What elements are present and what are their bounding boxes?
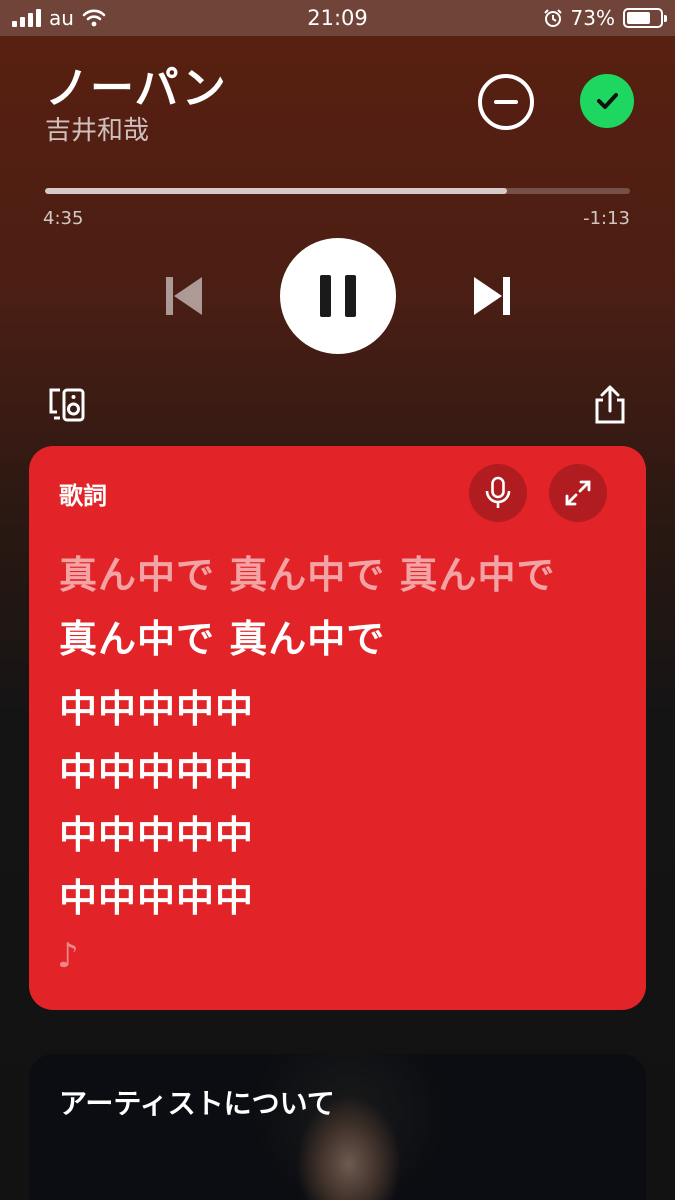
music-note-icon: ♪ (57, 936, 79, 976)
microphone-icon (485, 476, 511, 508)
remove-button[interactable] (478, 74, 534, 130)
status-right: 73% (543, 6, 667, 30)
signal-strength-icon (12, 9, 41, 27)
wifi-icon (82, 9, 106, 27)
artist-card[interactable]: アーティストについて (29, 1054, 646, 1200)
share-icon (595, 385, 625, 424)
check-circle-icon (597, 93, 618, 109)
lyric-line-current[interactable]: 真ん中で 真ん中で (59, 608, 385, 663)
alarm-icon (543, 9, 562, 27)
previous-button[interactable] (160, 272, 208, 320)
time-remaining: -1:13 (583, 208, 630, 229)
share-button[interactable] (590, 384, 630, 426)
status-left: au (12, 6, 106, 30)
progress-bar[interactable] (45, 188, 630, 194)
next-button[interactable] (468, 272, 516, 320)
lyric-line[interactable]: 真ん中で 真ん中で 真ん中で (59, 544, 555, 599)
lyrics-heading: 歌詞 (59, 482, 107, 510)
track-artist[interactable]: 吉井和哉 (45, 110, 149, 147)
skip-previous-icon (166, 277, 202, 315)
carrier-label: au (49, 6, 74, 30)
lyrics-mic-button[interactable] (469, 464, 527, 522)
lyric-line[interactable]: 中中中中中 (59, 678, 254, 733)
saved-button[interactable] (580, 74, 634, 128)
time-elapsed: 4:35 (43, 208, 84, 229)
devices-button[interactable] (46, 384, 88, 426)
track-title: ノーパン (45, 63, 227, 114)
status-bar: au 21:09 73% (0, 0, 675, 36)
lyric-line[interactable]: 中中中中中 (59, 867, 254, 922)
lyric-line[interactable]: 中中中中中 (59, 741, 254, 796)
connect-device-icon (49, 388, 85, 422)
pause-button[interactable] (280, 238, 396, 354)
lyric-line[interactable]: 中中中中中 (59, 804, 254, 859)
artist-photo (229, 1054, 469, 1200)
minus-circle-icon (494, 100, 518, 104)
pause-icon (320, 275, 356, 317)
battery-percent: 73% (570, 6, 615, 30)
lyrics-expand-button[interactable] (549, 464, 607, 522)
battery-icon (623, 8, 667, 28)
expand-icon (565, 480, 591, 506)
skip-next-icon (474, 277, 510, 315)
lyrics-card[interactable]: 歌詞 真ん中で 真ん中で 真ん中で 真ん中で 真ん中で 中中中中中 中中中中中 … (29, 446, 646, 1010)
artist-section-heading: アーティストについて (59, 1087, 335, 1120)
progress-fill (45, 188, 508, 194)
